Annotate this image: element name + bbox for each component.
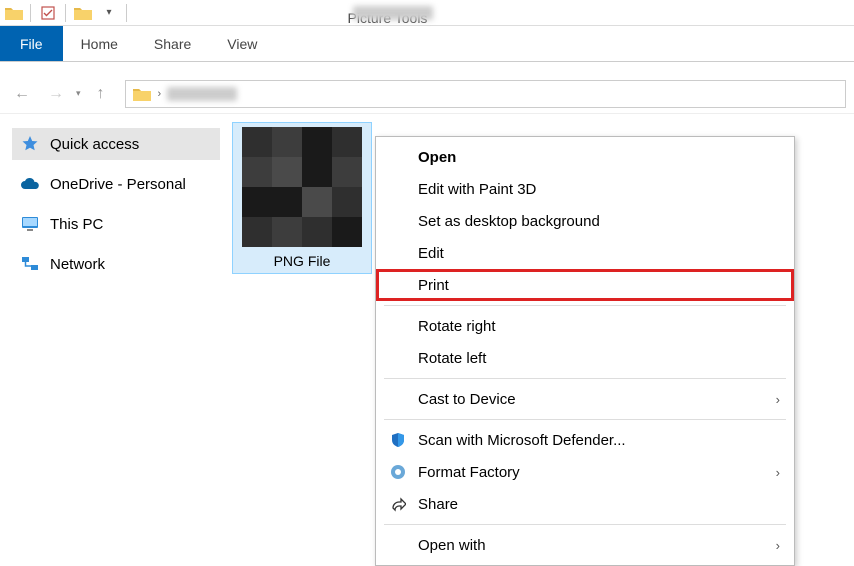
ctx-item-edit-paint3d[interactable]: Edit with Paint 3D <box>376 173 794 205</box>
sidebar-item-label: OneDrive - Personal <box>50 176 186 193</box>
new-folder-icon[interactable] <box>72 2 94 24</box>
tab-home[interactable]: Home <box>63 26 136 61</box>
format-factory-icon <box>388 462 408 482</box>
nav-back-button[interactable]: ← <box>8 80 36 108</box>
nav-history-dropdown[interactable]: ▾ <box>76 88 81 99</box>
qat-separator <box>65 4 66 22</box>
nav-forward-button[interactable]: → <box>42 80 70 108</box>
ctx-separator <box>384 378 786 379</box>
ctx-item-rotate-right[interactable]: Rotate right <box>376 310 794 342</box>
file-item[interactable]: PNG File <box>232 122 372 274</box>
cloud-icon <box>20 174 40 194</box>
ctx-item-open[interactable]: Open <box>376 141 794 173</box>
qat-separator <box>30 4 31 22</box>
ctx-item-cast[interactable]: Cast to Device› <box>376 383 794 415</box>
sidebar-item-network[interactable]: Network <box>12 248 220 280</box>
sidebar-item-this-pc[interactable]: This PC <box>12 208 220 240</box>
quick-access-toolbar: ▾ <box>0 0 133 25</box>
qat-customize-icon[interactable]: ▾ <box>98 2 120 24</box>
ctx-item-open-with[interactable]: Open with› <box>376 529 794 561</box>
sidebar-item-onedrive[interactable]: OneDrive - Personal <box>12 168 220 200</box>
address-bar-row: ← → ▾ ↑ › <box>0 74 854 114</box>
ribbon-tabs: File Home Share View <box>0 26 854 62</box>
shield-icon <box>388 430 408 450</box>
window-title-redacted <box>353 6 433 20</box>
ctx-item-set-background[interactable]: Set as desktop background <box>376 205 794 237</box>
star-icon <box>20 134 40 154</box>
breadcrumb-redacted[interactable] <box>167 87 237 101</box>
title-bar: ▾ Manage Picture Tools <box>0 0 854 26</box>
file-thumbnail <box>242 127 362 247</box>
sidebar-item-label: Network <box>50 256 105 273</box>
address-folder-icon <box>132 84 152 104</box>
context-menu: Open Edit with Paint 3D Set as desktop b… <box>375 136 795 566</box>
ctx-item-rotate-left[interactable]: Rotate left <box>376 342 794 374</box>
breadcrumb-separator: › <box>158 88 162 100</box>
chevron-right-icon: › <box>776 392 780 407</box>
sidebar-item-label: Quick access <box>50 136 139 153</box>
ctx-item-share[interactable]: Share <box>376 488 794 520</box>
address-bar[interactable]: › <box>125 80 846 108</box>
ctx-separator <box>384 419 786 420</box>
monitor-icon <box>20 214 40 234</box>
tab-share[interactable]: Share <box>136 26 209 61</box>
app-folder-icon <box>4 4 24 22</box>
ctx-item-edit[interactable]: Edit <box>376 237 794 269</box>
tab-view[interactable]: View <box>209 26 275 61</box>
sidebar-item-quick-access[interactable]: Quick access <box>12 128 220 160</box>
chevron-right-icon: › <box>776 465 780 480</box>
ctx-item-print[interactable]: Print <box>376 269 794 301</box>
nav-up-button[interactable]: ↑ <box>87 80 115 108</box>
ctx-item-defender[interactable]: Scan with Microsoft Defender... <box>376 424 794 456</box>
navigation-pane: Quick access OneDrive - Personal This PC… <box>0 114 220 537</box>
chevron-right-icon: › <box>776 538 780 553</box>
network-icon <box>20 254 40 274</box>
tab-file[interactable]: File <box>0 26 63 61</box>
properties-icon[interactable] <box>37 2 59 24</box>
ctx-separator <box>384 305 786 306</box>
file-name-label: PNG File <box>274 253 331 269</box>
qat-separator <box>126 4 127 22</box>
sidebar-item-label: This PC <box>50 216 103 233</box>
ctx-separator <box>384 524 786 525</box>
share-icon <box>388 494 408 514</box>
ctx-item-format-factory[interactable]: Format Factory› <box>376 456 794 488</box>
